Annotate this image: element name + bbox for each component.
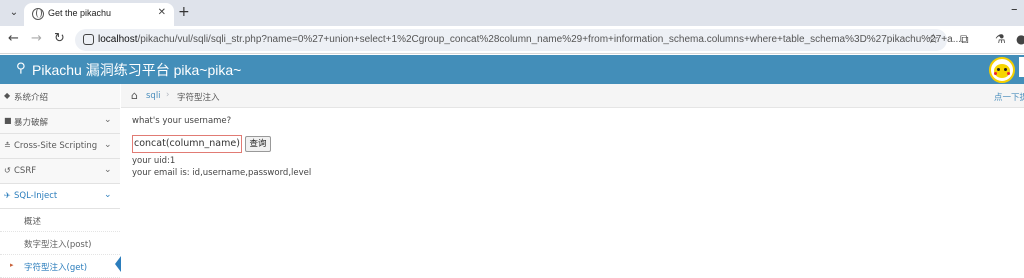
profile-icon[interactable]: ● xyxy=(1016,32,1024,46)
chevron-down-icon: ⌄ xyxy=(104,140,112,150)
chevron-down-icon: ⌄ xyxy=(104,165,112,175)
sidebar-item-csrf[interactable]: ↺ CSRF ⌄ xyxy=(0,159,120,184)
browser-toolbar: ← → ↻ localhost/pikachu/vul/sqli/sqli_st… xyxy=(0,26,1024,54)
labs-flask-icon[interactable]: ⚗ xyxy=(995,32,1006,46)
tab-search-icon[interactable]: ⌄ xyxy=(6,5,22,21)
caret-right-icon: ▸ xyxy=(10,261,14,269)
breadcrumb-separator-icon: › xyxy=(166,90,170,100)
url-text[interactable]: localhost/pikachu/vul/sqli/sqli_str.php?… xyxy=(98,34,961,45)
browser-tab[interactable]: Get the pikachu ✕ xyxy=(24,3,174,26)
sliders-icon: ≛ xyxy=(4,141,11,150)
site-info-icon[interactable] xyxy=(83,34,94,45)
sidebar-item-label: CSRF xyxy=(14,166,37,176)
query-button[interactable]: 查询 xyxy=(245,136,271,152)
hint-link[interactable]: 点一下提示 xyxy=(994,91,1024,103)
sidebar-item-label: Cross-Site Scripting xyxy=(14,141,98,151)
site-header: ⚲ Pikachu 漏洞练习平台 pika~pika~ xyxy=(0,55,1024,84)
plane-icon: ✈ xyxy=(4,191,11,200)
browser-tab-strip: ⌄ Get the pikachu ✕ + – xyxy=(0,0,1024,26)
sidebar-subitem-label: 概述 xyxy=(24,217,42,227)
breadcrumb: ⌂ sqli › 字符型注入 xyxy=(121,84,1024,108)
lock-icon: ■ xyxy=(4,116,12,125)
breadcrumb-current: 字符型注入 xyxy=(177,93,220,103)
avatar[interactable] xyxy=(989,57,1015,83)
tag-icon: ◆ xyxy=(4,91,11,100)
sidebar-item-sql-inject[interactable]: ✈ SQL-Inject ⌄ xyxy=(0,184,120,209)
extensions-icon[interactable]: ⧉ xyxy=(960,32,969,47)
sidebar-item-label: SQL-Inject xyxy=(14,191,58,201)
close-icon[interactable]: ✕ xyxy=(158,7,166,18)
reload-icon[interactable]: ↻ xyxy=(54,32,65,46)
sidebar-subitem-numeric-post[interactable]: 数字型注入(post) xyxy=(0,232,120,255)
sidebar-subitem-string-get[interactable]: ▸ 字符型注入(get) xyxy=(0,255,120,278)
back-arrow-icon[interactable]: ← xyxy=(8,32,19,46)
tab-title: Get the pikachu xyxy=(48,8,112,18)
chevron-down-icon: ⌄ xyxy=(104,115,112,125)
breadcrumb-link-sqli[interactable]: sqli xyxy=(146,91,161,101)
bookmark-star-icon[interactable]: ☆ xyxy=(927,32,939,47)
sidebar-item-brute-force[interactable]: ■ 暴力破解 ⌄ xyxy=(0,109,120,134)
new-tab-icon[interactable]: + xyxy=(178,4,190,20)
sidebar-item-xss[interactable]: ≛ Cross-Site Scripting ⌄ xyxy=(0,134,120,159)
key-icon: ⚲ xyxy=(16,61,26,76)
result-uid: your uid:1 xyxy=(132,156,176,166)
chevron-down-icon: ⌄ xyxy=(104,190,112,200)
address-bar[interactable]: localhost/pikachu/vul/sqli/sqli_str.php?… xyxy=(75,29,961,51)
sidebar-item-label: 暴力破解 xyxy=(14,118,49,128)
site-title[interactable]: Pikachu 漏洞练习平台 pika~pika~ xyxy=(32,60,241,80)
sidebar-subitem-overview[interactable]: 概述 xyxy=(0,209,120,232)
username-prompt: what's your username? xyxy=(132,116,232,126)
refresh-icon: ↺ xyxy=(4,166,11,175)
header-edge xyxy=(1019,57,1024,77)
username-input[interactable]: concat(column_name) fro xyxy=(132,135,242,153)
result-email: your email is: id,username,password,leve… xyxy=(132,168,312,178)
sidebar-item-system-intro[interactable]: ◆ 系统介绍 xyxy=(0,84,120,109)
minimize-icon[interactable]: – xyxy=(1011,2,1018,17)
forward-arrow-icon[interactable]: → xyxy=(31,32,42,46)
sidebar-item-label: 系统介绍 xyxy=(14,93,49,103)
home-icon[interactable]: ⌂ xyxy=(131,89,138,102)
globe-icon xyxy=(32,8,44,20)
sidebar-subitem-label: 字符型注入(get) xyxy=(24,263,88,273)
sidebar-subitem-label: 数字型注入(post) xyxy=(24,240,92,250)
active-indicator xyxy=(115,256,121,272)
